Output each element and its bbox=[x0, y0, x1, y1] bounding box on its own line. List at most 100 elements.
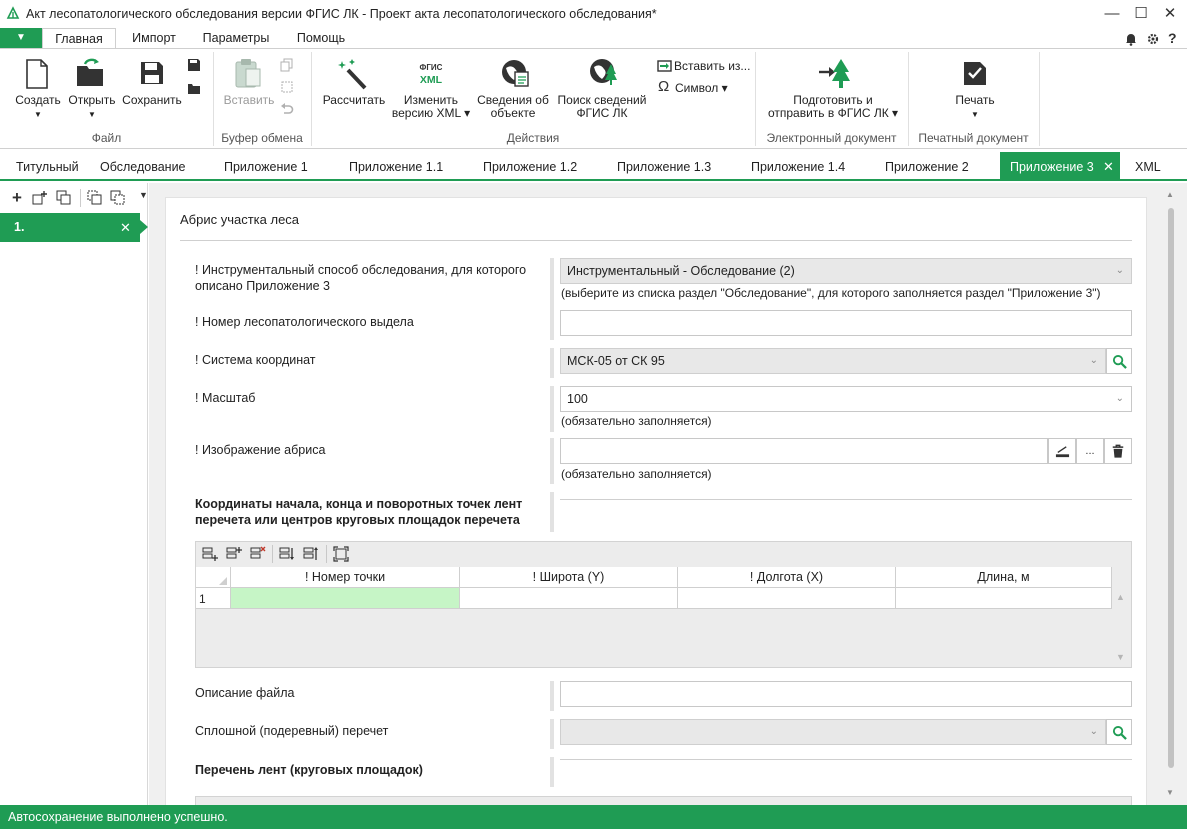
tab-import[interactable]: Импорт bbox=[120, 28, 188, 49]
column-header-point-number[interactable]: ! Номер точки bbox=[231, 567, 460, 588]
column-header-latitude[interactable]: ! Широта (Y) bbox=[460, 567, 678, 588]
scan-button[interactable] bbox=[1048, 438, 1076, 464]
file-description-label: Описание файла bbox=[195, 686, 295, 700]
status-bar: Автосохранение выполнено успешно. bbox=[0, 805, 1187, 829]
tab-help[interactable]: Помощь bbox=[285, 28, 357, 49]
continuous-enumeration-search-button[interactable] bbox=[1106, 719, 1132, 745]
save-button[interactable]: Сохранить bbox=[121, 94, 183, 107]
object-info-label-1: Сведения об bbox=[477, 93, 549, 107]
scroll-thumb[interactable] bbox=[1168, 208, 1174, 768]
move-icon[interactable] bbox=[110, 190, 126, 206]
coord-system-select[interactable]: МСК-05 от СК 95 ⌄ bbox=[560, 348, 1106, 374]
insert-from-button[interactable]: Вставить из... bbox=[674, 60, 750, 73]
plot-number-input[interactable] bbox=[560, 310, 1132, 336]
tab-title-page[interactable]: Титульный bbox=[16, 152, 79, 181]
vertical-scrollbar[interactable]: ▲ ▼ bbox=[1164, 190, 1176, 802]
add-row-icon[interactable] bbox=[202, 546, 218, 562]
toolbar-overflow-icon[interactable]: ▼ bbox=[139, 190, 148, 200]
image-input[interactable] bbox=[560, 438, 1048, 464]
tab-survey[interactable]: Обследование bbox=[100, 152, 186, 181]
tab-appendix-1-1[interactable]: Приложение 1.1 bbox=[349, 152, 443, 181]
scale-select[interactable]: 100 ⌄ bbox=[560, 386, 1132, 412]
tab-appendix-1-4[interactable]: Приложение 1.4 bbox=[751, 152, 845, 181]
copy-icon[interactable] bbox=[280, 58, 294, 72]
minimize-icon[interactable]: — bbox=[1097, 2, 1127, 26]
tab-appendix-3-label: Приложение 3 bbox=[1010, 160, 1094, 174]
field-marker bbox=[550, 719, 554, 749]
tab-settings[interactable]: Параметры bbox=[193, 28, 279, 49]
tab-appendix-3[interactable]: Приложение 3 ✕ bbox=[1000, 152, 1120, 181]
toolbar-separator bbox=[326, 545, 327, 563]
remove-item-icon[interactable]: ✕ bbox=[120, 213, 131, 242]
field-marker bbox=[550, 681, 554, 711]
save-as-icon[interactable] bbox=[187, 81, 201, 95]
tab-appendix-1-3[interactable]: Приложение 1.3 bbox=[617, 152, 711, 181]
grid-scroll-up-icon[interactable]: ▲ bbox=[1116, 592, 1125, 602]
symbol-button[interactable]: Символ ▾ bbox=[675, 82, 728, 95]
change-xml-label-2: версию XML ▾ bbox=[391, 106, 471, 120]
app-window: Акт лесопатологического обследования вер… bbox=[0, 0, 1187, 829]
browse-button[interactable]: ... bbox=[1076, 438, 1104, 464]
add-child-icon[interactable] bbox=[56, 190, 72, 206]
grid-cell-latitude[interactable] bbox=[460, 588, 678, 609]
search-fgis-label-1: Поиск сведений bbox=[557, 93, 647, 107]
insert-row-icon[interactable] bbox=[226, 546, 242, 562]
scanner-icon bbox=[1055, 446, 1069, 458]
list-item-1[interactable]: 1. ✕ bbox=[0, 213, 140, 242]
cut-icon[interactable] bbox=[280, 80, 294, 94]
create-button[interactable]: Создать ▼ bbox=[10, 94, 66, 121]
change-xml-version-button[interactable]: Изменить версию XML ▾ bbox=[386, 94, 476, 120]
print-button[interactable]: Печать ▼ bbox=[930, 94, 1020, 121]
grid-cell-longitude[interactable] bbox=[678, 588, 896, 609]
tab-appendix-2[interactable]: Приложение 2 bbox=[885, 152, 969, 181]
close-window-icon[interactable]: ✕ bbox=[1155, 2, 1185, 26]
add-copy-icon[interactable] bbox=[32, 190, 48, 206]
trash-icon bbox=[1112, 444, 1124, 458]
paste-button[interactable]: Вставить bbox=[220, 94, 278, 107]
tab-appendix-1[interactable]: Приложение 1 bbox=[224, 152, 308, 181]
add-icon[interactable]: + bbox=[9, 189, 25, 206]
scroll-up-icon[interactable]: ▲ bbox=[1166, 190, 1174, 199]
close-tab-icon[interactable]: ✕ bbox=[1103, 152, 1114, 182]
delete-image-button[interactable] bbox=[1104, 438, 1132, 464]
prepare-send-button[interactable]: Подготовить и отправить в ФГИС ЛК ▾ bbox=[760, 94, 906, 120]
maximize-icon[interactable]: ☐ bbox=[1126, 2, 1156, 26]
survey-method-select[interactable]: Инструментальный - Обследование (2) ⌄ bbox=[560, 258, 1132, 284]
scroll-down-icon[interactable]: ▼ bbox=[1166, 788, 1174, 797]
move-row-up-icon[interactable] bbox=[303, 546, 319, 562]
column-header-longitude[interactable]: ! Долгота (X) bbox=[678, 567, 896, 588]
grid-scroll-down-icon[interactable]: ▼ bbox=[1116, 652, 1125, 662]
duplicate-icon[interactable] bbox=[87, 190, 103, 206]
section-divider bbox=[180, 240, 1132, 241]
undo-icon[interactable] bbox=[280, 102, 294, 116]
column-header-length[interactable]: Длина, м bbox=[896, 567, 1112, 588]
section-title: Абрис участка леса bbox=[180, 212, 300, 227]
bell-icon[interactable] bbox=[1123, 31, 1139, 47]
file-description-input[interactable] bbox=[560, 681, 1132, 707]
search-fgis-button[interactable]: Поиск сведений ФГИС ЛК bbox=[553, 94, 651, 120]
prepare-send-label-2: отправить в ФГИС ЛК ▾ bbox=[767, 106, 899, 120]
gear-icon[interactable] bbox=[1146, 31, 1162, 47]
print-label: Печать bbox=[955, 93, 995, 107]
create-label: Создать bbox=[15, 93, 61, 107]
help-icon[interactable]: ? bbox=[1168, 30, 1177, 46]
left-panel bbox=[0, 183, 148, 805]
open-button[interactable]: Открыть ▼ bbox=[64, 94, 120, 121]
tab-xml[interactable]: XML bbox=[1135, 152, 1161, 181]
save-small-icon[interactable] bbox=[187, 58, 201, 72]
group-label-electronic-document: Электронный документ bbox=[766, 131, 897, 145]
continuous-enumeration-select[interactable]: ⌄ bbox=[560, 719, 1106, 745]
delete-row-icon[interactable] bbox=[250, 546, 266, 562]
grid-cell-length[interactable] bbox=[896, 588, 1112, 609]
tab-home[interactable]: Главная bbox=[42, 28, 116, 50]
fullscreen-icon[interactable] bbox=[333, 546, 349, 562]
grid-cell-point-number[interactable] bbox=[231, 588, 460, 609]
coord-system-search-button[interactable] bbox=[1106, 348, 1132, 374]
file-menu-button[interactable]: ▼ bbox=[0, 28, 42, 48]
object-info-button[interactable]: Сведения об объекте bbox=[472, 94, 554, 120]
move-row-down-icon[interactable] bbox=[279, 546, 295, 562]
tab-appendix-1-2[interactable]: Приложение 1.2 bbox=[483, 152, 577, 181]
globe-tree-icon bbox=[590, 59, 617, 85]
omega-icon: Ω bbox=[658, 78, 670, 95]
calculate-button[interactable]: Рассчитать bbox=[320, 94, 388, 107]
